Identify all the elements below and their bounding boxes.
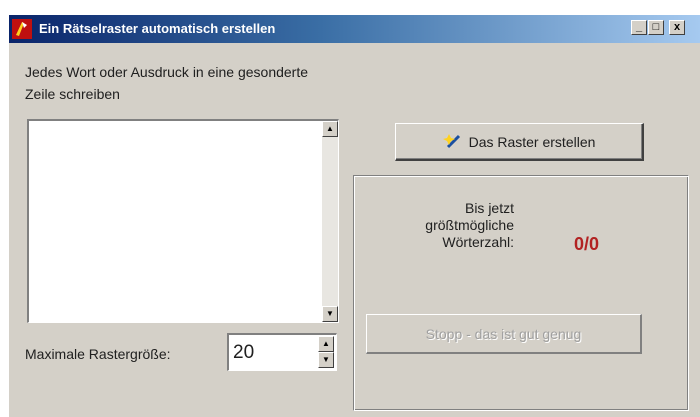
max-size-spin-buttons: ▲ ▼	[318, 336, 334, 368]
maximize-button[interactable]: □	[648, 20, 664, 35]
create-grid-label: Das Raster erstellen	[468, 133, 596, 150]
status-line-2: größtmögliche	[425, 217, 514, 233]
max-size-spinbox[interactable]: 20 ▲ ▼	[227, 333, 337, 371]
max-size-value[interactable]: 20	[233, 342, 254, 364]
instructions-label: Jedes Wort oder Ausdruck in eine gesonde…	[25, 64, 309, 102]
stop-button-label: Stopp - das ist gut genug	[425, 325, 582, 342]
minimize-button[interactable]: _	[631, 20, 647, 35]
word-count-value: 0/0	[574, 234, 600, 254]
main-window: Ein Rätselraster automatisch erstellen _…	[8, 14, 700, 417]
magic-wand-icon	[442, 133, 460, 148]
status-line-1: Bis jetzt	[464, 200, 514, 216]
spin-up-icon[interactable]: ▲	[318, 336, 334, 352]
max-size-label: Maximale Rastergröße:	[25, 346, 171, 362]
create-grid-button[interactable]: Das Raster erstellen	[395, 123, 644, 161]
word-list-scrollbar[interactable]: ▲ ▼	[322, 121, 338, 322]
close-button[interactable]: x	[669, 20, 685, 35]
spin-down-icon[interactable]: ▼	[318, 352, 334, 368]
status-panel: Bis jetzt größtmögliche Wörterzahl: 0/0 …	[353, 175, 689, 411]
scroll-down-icon[interactable]: ▼	[322, 306, 338, 322]
window-title: Ein Rätselraster automatisch erstellen	[39, 21, 276, 36]
max-word-count-label: Bis jetzt größtmögliche Wörterzahl:	[384, 200, 514, 251]
scroll-up-icon[interactable]: ▲	[322, 121, 338, 137]
title-bar[interactable]: Ein Rätselraster automatisch erstellen _…	[9, 15, 700, 43]
status-line-3: Wörterzahl:	[442, 234, 514, 250]
word-list-textarea[interactable]: ▲ ▼	[27, 119, 339, 323]
stop-button: Stopp - das ist gut genug	[366, 314, 642, 354]
app-icon	[12, 19, 32, 39]
